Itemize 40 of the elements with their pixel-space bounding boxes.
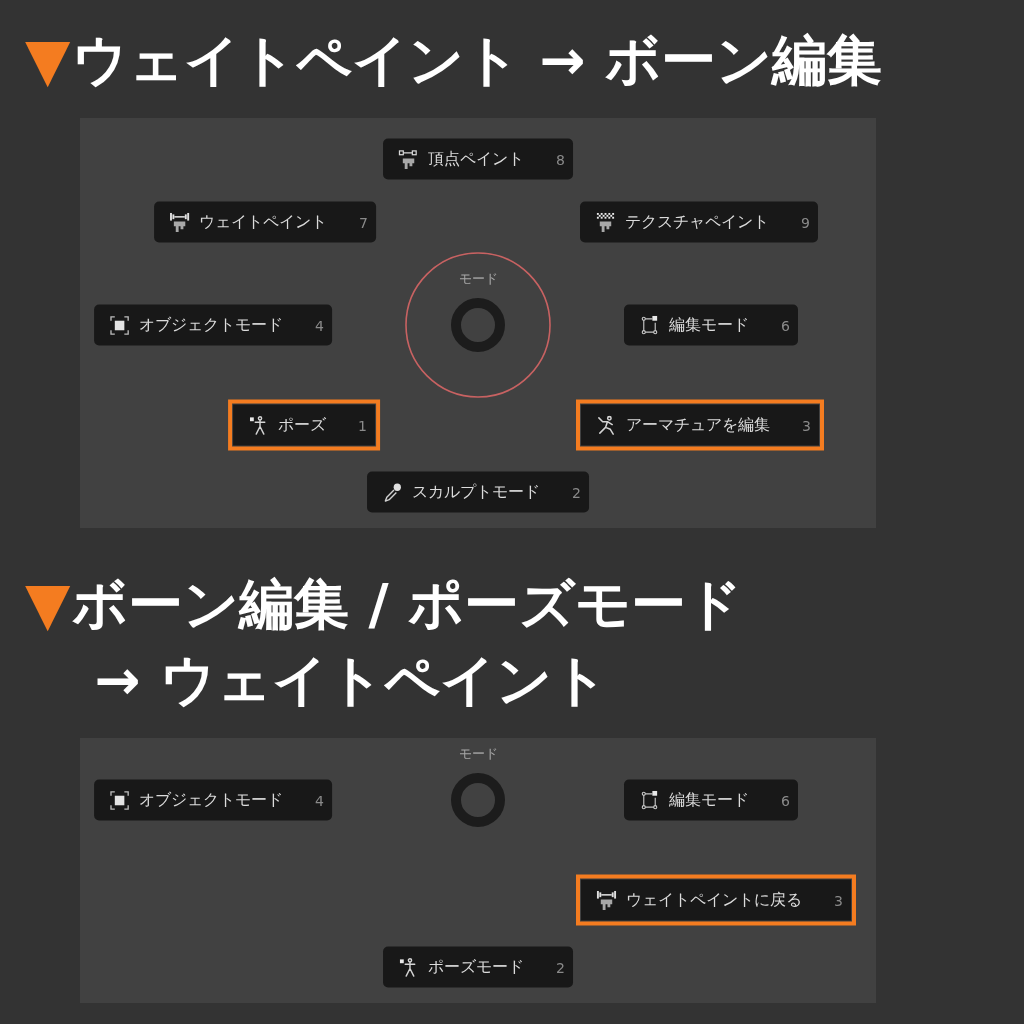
vertices-drip-icon	[398, 149, 420, 169]
hotkey-number: 2	[571, 484, 581, 500]
hotkey-number: 8	[555, 151, 565, 167]
hotkey-number: 4	[314, 317, 324, 333]
pie-menu-item[interactable]: オブジェクトモード 4	[94, 779, 332, 821]
hotkey-number: 9	[800, 214, 810, 230]
pie-menu-item[interactable]: ポーズモード 2	[383, 946, 573, 988]
selected-square-icon	[109, 790, 131, 810]
pie-menu-item[interactable]: テクスチャペイント 9	[580, 201, 818, 243]
hotkey-number: 7	[358, 214, 368, 230]
hotkey-number: 2	[555, 959, 565, 975]
ring-icon	[450, 297, 506, 353]
hotkey-number: 1	[357, 417, 367, 433]
hotkey-number: 3	[833, 892, 843, 908]
heading-line: → ウェイトペイント	[94, 647, 608, 714]
ring-icon	[450, 772, 506, 828]
pie-title: モード	[458, 270, 498, 288]
vertex-square-icon	[639, 315, 660, 335]
pie-menu-item[interactable]: 頂点ペイント 8	[383, 138, 573, 180]
pie-menu-item[interactable]: オブジェクトモード 4	[94, 304, 332, 346]
hotkey-number: 3	[801, 417, 811, 433]
heading-marker: ▼	[25, 24, 71, 96]
pie-menu-item[interactable]: 編集モード 6	[624, 304, 798, 346]
checker-drip-icon	[595, 212, 616, 232]
pie-menu-item[interactable]: ウェイトペイント 7	[154, 201, 376, 243]
pie-menu-item[interactable]: 編集モード 6	[624, 779, 798, 821]
vertex-square-icon	[639, 790, 660, 810]
heading-marker: ▼	[25, 568, 71, 640]
hotkey-number: 6	[780, 792, 790, 808]
dumbbell-drip-icon	[169, 212, 191, 232]
pie-menu-item[interactable]: スカルプトモード 2	[367, 471, 589, 513]
pie-title: モード	[458, 745, 498, 763]
heading-line: ボーン編集 / ポーズモード	[72, 571, 742, 638]
selected-square-icon	[109, 315, 131, 335]
sculpt-brush-icon	[382, 482, 404, 502]
dumbbell-drip-icon	[596, 890, 617, 910]
running-figure-icon	[596, 415, 617, 435]
heading-line: ウェイトペイント → ボーン編集	[72, 27, 882, 94]
hotkey-number: 6	[780, 317, 790, 333]
hotkey-number: 4	[314, 792, 324, 808]
